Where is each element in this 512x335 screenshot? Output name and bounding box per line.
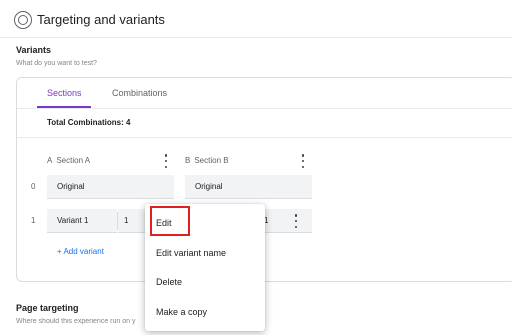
row-index-0: 0 bbox=[31, 182, 36, 191]
menu-item-make-a-copy[interactable]: Make a copy bbox=[156, 307, 207, 317]
section-b-header: B Section B bbox=[185, 156, 229, 165]
page-title: Targeting and variants bbox=[37, 12, 165, 27]
section-a-original-cell[interactable]: Original bbox=[47, 175, 174, 199]
section-b-name: Section B bbox=[194, 156, 229, 165]
total-combinations: Total Combinations: 4 bbox=[47, 118, 131, 127]
section-b-letter: B bbox=[185, 156, 191, 165]
variant-more-icon[interactable] bbox=[294, 214, 298, 228]
section-a-header: A Section A bbox=[47, 156, 90, 165]
menu-item-delete[interactable]: Delete bbox=[156, 277, 182, 287]
variants-heading: Variants bbox=[16, 45, 52, 55]
tab-combinations[interactable]: Combinations bbox=[112, 88, 167, 98]
page-targeting-subtitle: Where should this experience run on y bbox=[16, 318, 136, 325]
target-icon bbox=[14, 11, 32, 29]
row-index-1: 1 bbox=[31, 216, 36, 225]
tabs-divider bbox=[17, 108, 512, 109]
page-targeting-heading: Page targeting bbox=[16, 303, 79, 313]
section-b-original-cell[interactable]: Original bbox=[185, 175, 312, 199]
add-variant-button[interactable]: + Add variant bbox=[57, 247, 104, 256]
section-a-name: Section A bbox=[56, 156, 91, 165]
tab-sections[interactable]: Sections bbox=[47, 88, 82, 98]
edit-highlight-box bbox=[150, 206, 190, 236]
section-a-variant-extra[interactable]: 1 bbox=[118, 209, 146, 233]
section-a-letter: A bbox=[47, 156, 53, 165]
menu-item-edit-variant-name[interactable]: Edit variant name bbox=[156, 248, 226, 258]
variants-subtitle: What do you want to test? bbox=[16, 60, 97, 67]
section-a-variant-cell[interactable]: Variant 1 bbox=[47, 209, 117, 233]
section-b-more-icon[interactable] bbox=[301, 154, 305, 168]
section-a-more-icon[interactable] bbox=[164, 154, 168, 168]
header-divider bbox=[0, 37, 512, 38]
section-b-variant-cell[interactable]: 1 bbox=[262, 209, 312, 233]
total-divider bbox=[17, 137, 512, 138]
